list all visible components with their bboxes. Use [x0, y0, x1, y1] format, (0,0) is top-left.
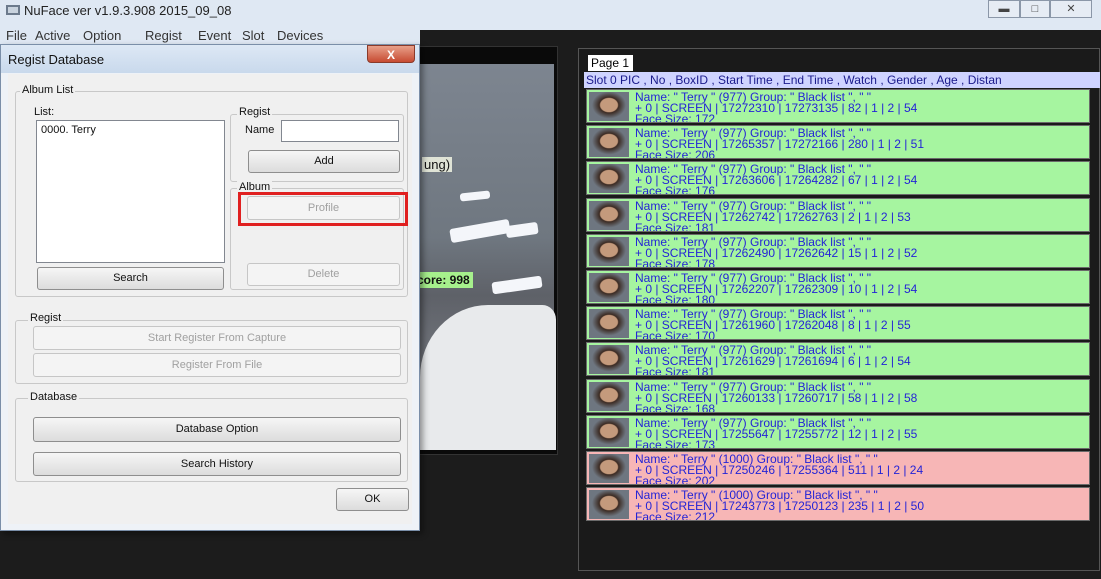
face-thumbnail	[589, 273, 629, 302]
person-shirt	[420, 305, 556, 450]
menu-option[interactable]: Option	[83, 30, 121, 43]
detection-row-line-3: Face Size: 206	[635, 148, 716, 160]
search-history-button[interactable]: Search History	[33, 452, 401, 476]
face-thumbnail	[589, 236, 629, 266]
detection-list-header: Slot 0 PIC , No , BoxID , Start Time , E…	[584, 72, 1100, 88]
register-from-file-button[interactable]: Register From File	[33, 353, 401, 377]
detection-row-line-3: Face Size: 181	[635, 220, 716, 232]
face-thumbnail	[589, 309, 629, 339]
database-option-button[interactable]: Database Option	[33, 417, 401, 442]
database-section-legend: Database	[28, 391, 80, 403]
face-thumbnail	[589, 381, 629, 411]
detection-row-line-3: Face Size: 176	[635, 184, 716, 196]
detection-row-line-3: Face Size: 168	[635, 401, 716, 413]
detection-row-line-3: Face Size: 170	[635, 329, 716, 341]
dialog-close-button[interactable]: X	[367, 45, 415, 63]
name-input[interactable]	[281, 120, 399, 142]
album-listbox[interactable]: 0000. Terry	[36, 120, 225, 263]
maximize-button[interactable]: □	[1020, 0, 1050, 18]
list-item[interactable]: 0000. Terry	[41, 124, 96, 136]
detection-row[interactable]: Name: " Terry " (1000) Group: " Black li…	[586, 451, 1090, 485]
menu-event[interactable]: Event	[198, 30, 231, 43]
album-list-legend: Album List	[20, 84, 76, 96]
menu-bar: File Active Option Regist Event Slot Dev…	[0, 30, 420, 44]
face-thumbnail	[589, 345, 629, 375]
detection-row[interactable]: Name: " Terry " (977) Group: " Black lis…	[586, 161, 1090, 196]
score-badge: core: 998	[414, 272, 473, 288]
detection-row[interactable]: Name: " Terry " (977) Group: " Black lis…	[586, 342, 1090, 377]
detection-row[interactable]: Name: " Terry " (977) Group: " Black lis…	[586, 125, 1090, 160]
add-button[interactable]: Add	[248, 150, 400, 173]
face-thumbnail	[589, 417, 629, 447]
minimize-button[interactable]: ▬	[988, 0, 1020, 18]
detection-row[interactable]: Name: " Terry " (977) Group: " Black lis…	[586, 270, 1090, 304]
app-icon	[6, 5, 20, 15]
page-label: Page 1	[588, 55, 633, 71]
search-button[interactable]: Search	[37, 267, 224, 290]
menu-file[interactable]: File	[6, 30, 27, 43]
face-thumbnail	[589, 92, 629, 121]
main-window-title: NuFace ver v1.9.3.908 2015_09_08	[24, 3, 232, 18]
face-thumbnail	[589, 128, 629, 158]
detection-row-line-3: Face Size: 202	[635, 474, 716, 485]
detection-row[interactable]: Name: " Terry " (977) Group: " Black lis…	[586, 89, 1090, 123]
detection-row-line-3: Face Size: 180	[635, 293, 716, 304]
face-label: ung)	[422, 157, 453, 172]
face-thumbnail	[589, 200, 629, 230]
detection-row[interactable]: Name: " Terry " (977) Group: " Black lis…	[586, 233, 1090, 268]
ok-button[interactable]: OK	[336, 488, 409, 511]
face-thumbnail	[589, 454, 629, 483]
delete-button[interactable]: Delete	[247, 263, 400, 286]
detection-row[interactable]: Name: " Terry " (1000) Group: " Black li…	[586, 487, 1090, 522]
list-label: List:	[34, 106, 55, 118]
name-label: Name	[245, 124, 275, 136]
start-register-from-capture-button[interactable]: Start Register From Capture	[33, 326, 401, 350]
detection-row-line-3: Face Size: 172	[635, 112, 716, 123]
detection-row-line-3: Face Size: 173	[635, 437, 716, 449]
regist-section-legend: Regist	[28, 312, 64, 324]
detection-row[interactable]: Name: " Terry " (977) Group: " Black lis…	[586, 197, 1090, 232]
detection-row[interactable]: Name: " Terry " (977) Group: " Black lis…	[586, 306, 1090, 341]
window-controls: ▬ □ ✕	[988, 0, 1092, 20]
menu-active[interactable]: Active	[35, 30, 70, 43]
dialog-title: Regist Database	[8, 52, 105, 67]
detection-row-line-3: Face Size: 212	[635, 510, 716, 522]
detection-row[interactable]: Name: " Terry " (977) Group: " Black lis…	[586, 378, 1090, 413]
detection-row[interactable]: Name: " Terry " (977) Group: " Black lis…	[586, 414, 1090, 449]
face-thumbnail	[589, 164, 629, 194]
close-window-button[interactable]: ✕	[1050, 0, 1092, 18]
menu-regist[interactable]: Regist	[145, 30, 182, 43]
menu-devices[interactable]: Devices	[277, 30, 323, 43]
menu-slot[interactable]: Slot	[242, 30, 264, 43]
profile-highlight-box	[238, 192, 408, 226]
regist-name-legend: Regist	[237, 106, 273, 118]
face-thumbnail	[589, 490, 629, 520]
detection-row-line-3: Face Size: 181	[635, 365, 716, 377]
detection-row-line-3: Face Size: 178	[635, 256, 716, 268]
